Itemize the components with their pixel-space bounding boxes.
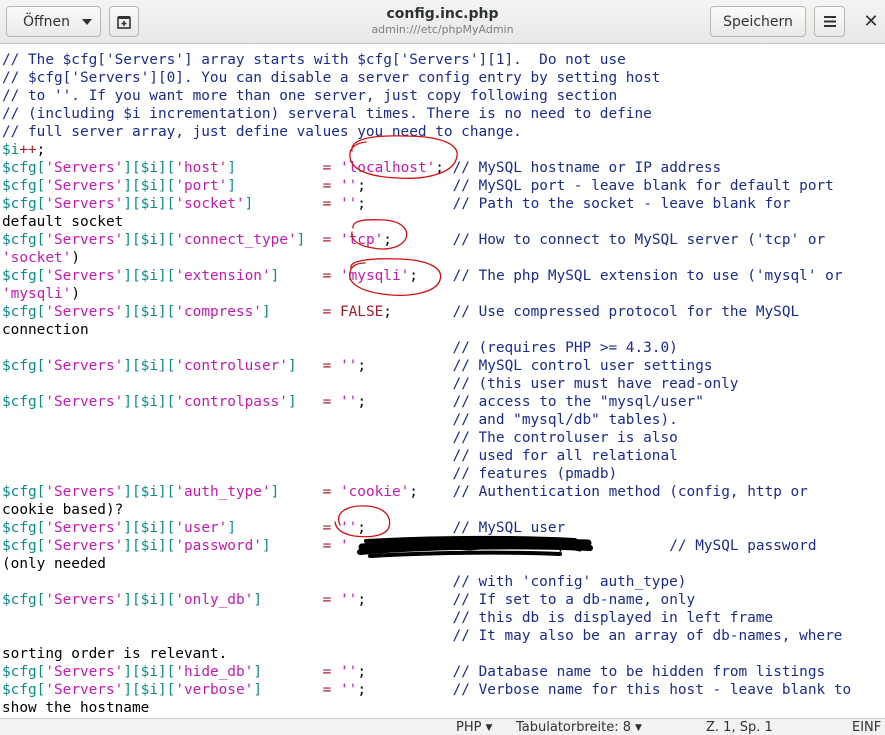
- code-text-area[interactable]: // The $cfg['Servers'] array starts with…: [2, 51, 851, 717]
- code-line[interactable]: $cfg['Servers'][$i]['verbose'] = ''; // …: [2, 681, 851, 699]
- open-button-label: Öffnen: [23, 13, 71, 30]
- code-line[interactable]: // $cfg['Servers'][0]. You can disable a…: [2, 69, 851, 87]
- code-line[interactable]: $cfg['Servers'][$i]['password'] = ' '; /…: [2, 537, 851, 555]
- chevron-down-icon: ▼: [635, 723, 642, 733]
- chevron-down-icon: [82, 18, 92, 25]
- menu-button[interactable]: [814, 6, 845, 37]
- hamburger-menu-icon: [823, 16, 836, 27]
- code-line[interactable]: // and "mysql/db" tables).: [2, 411, 851, 429]
- code-editor[interactable]: // The $cfg['Servers'] array starts with…: [0, 44, 885, 718]
- code-line[interactable]: // (this user must have read-only: [2, 375, 851, 393]
- code-line[interactable]: $cfg['Servers'][$i]['user'] = ''; // MyS…: [2, 519, 851, 537]
- code-line[interactable]: // used for all relational: [2, 447, 851, 465]
- code-line[interactable]: $cfg['Servers'][$i]['auth_type'] = 'cook…: [2, 483, 851, 501]
- insert-mode[interactable]: EINF: [852, 720, 881, 735]
- code-line[interactable]: // this db is displayed in left frame: [2, 609, 851, 627]
- code-line[interactable]: 'mysqli'): [2, 285, 851, 303]
- code-line[interactable]: // (including $i incrementation) servera…: [2, 105, 851, 123]
- close-icon: ✕: [863, 10, 879, 32]
- code-line[interactable]: $cfg['Servers'][$i]['connect_type'] = 't…: [2, 231, 851, 249]
- code-line[interactable]: // (requires PHP >= 4.3.0): [2, 339, 851, 357]
- window-path: admin:///etc/phpMyAdmin: [371, 23, 514, 36]
- open-button[interactable]: Öffnen: [6, 6, 101, 37]
- new-document-icon: [117, 15, 131, 29]
- code-line[interactable]: $cfg['Servers'][$i]['controluser'] = '';…: [2, 357, 851, 375]
- code-line[interactable]: (only needed: [2, 555, 851, 573]
- close-button[interactable]: ✕: [858, 8, 884, 34]
- code-line[interactable]: $cfg['Servers'][$i]['extension'] = 'mysq…: [2, 267, 851, 285]
- code-line[interactable]: connection: [2, 321, 851, 339]
- header-bar: Öffnen config.inc.php admin:///etc/phpMy…: [0, 0, 885, 44]
- code-line[interactable]: $cfg['Servers'][$i]['port'] = ''; // MyS…: [2, 177, 851, 195]
- code-line[interactable]: // It may also be an array of db-names, …: [2, 627, 851, 645]
- window-title: config.inc.php: [386, 6, 499, 22]
- chevron-down-icon: ▼: [485, 723, 493, 733]
- code-line[interactable]: // The $cfg['Servers'] array starts with…: [2, 51, 851, 69]
- code-line[interactable]: cookie based)?: [2, 501, 851, 519]
- tab-width-label: Tabulatorbreite: 8: [516, 720, 632, 735]
- code-line[interactable]: $cfg['Servers'][$i]['hide_db'] = ''; // …: [2, 663, 851, 681]
- code-line[interactable]: sorting order is relevant.: [2, 645, 851, 663]
- tab-width-selector[interactable]: Tabulatorbreite: 8 ▼: [516, 720, 642, 735]
- code-line[interactable]: // with 'config' auth_type): [2, 573, 851, 591]
- code-line[interactable]: $cfg['Servers'][$i]['socket'] = ''; // P…: [2, 195, 851, 213]
- code-line[interactable]: // full server array, just define values…: [2, 123, 851, 141]
- code-line[interactable]: default socket: [2, 213, 851, 231]
- language-selector[interactable]: PHP ▼: [456, 720, 492, 735]
- code-line[interactable]: $i++;: [2, 141, 851, 159]
- status-bar: PHP ▼ Tabulatorbreite: 8 ▼ Z. 1, Sp. 1 EIN…: [0, 718, 885, 735]
- save-button[interactable]: Speichern: [710, 6, 806, 37]
- title-area: config.inc.php admin:///etc/phpMyAdmin: [300, 5, 585, 37]
- code-line[interactable]: $cfg['Servers'][$i]['compress'] = FALSE;…: [2, 303, 851, 321]
- language-label: PHP: [456, 720, 482, 735]
- code-line[interactable]: // The controluser is also: [2, 429, 851, 447]
- new-document-button[interactable]: [109, 6, 139, 37]
- code-line[interactable]: // to ''. If you want more than one serv…: [2, 87, 851, 105]
- cursor-position[interactable]: Z. 1, Sp. 1: [706, 720, 773, 735]
- code-line[interactable]: show the hostname: [2, 699, 851, 717]
- code-line[interactable]: 'socket'): [2, 249, 851, 267]
- code-line[interactable]: // features (pmadb): [2, 465, 851, 483]
- code-line[interactable]: $cfg['Servers'][$i]['host'] = 'localhost…: [2, 159, 851, 177]
- code-line[interactable]: $cfg['Servers'][$i]['only_db'] = ''; // …: [2, 591, 851, 609]
- code-line[interactable]: $cfg['Servers'][$i]['controlpass'] = '';…: [2, 393, 851, 411]
